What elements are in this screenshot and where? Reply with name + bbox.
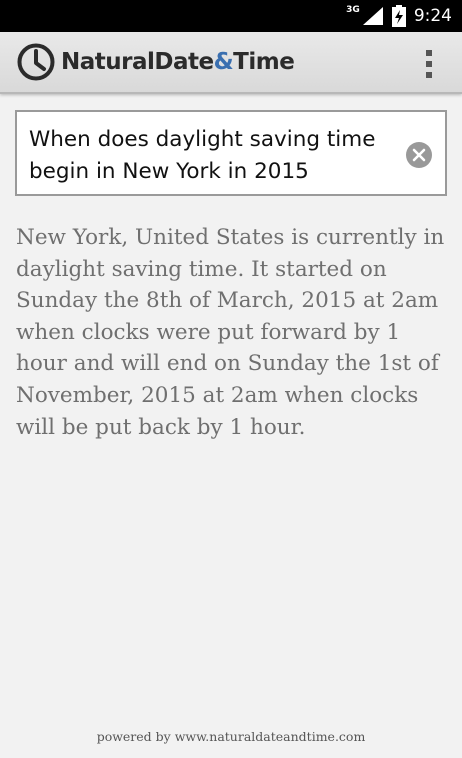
signal-bars-icon <box>362 6 384 26</box>
clear-search-button[interactable] <box>406 142 432 168</box>
clear-icon <box>412 148 426 162</box>
status-icons: 3G 9:24 <box>346 0 452 32</box>
status-clock: 9:24 <box>413 6 452 26</box>
app-bar: NaturalDate&Time <box>0 32 462 94</box>
footer-credit[interactable]: powered by www.naturaldateandtime.com <box>0 729 462 744</box>
overflow-menu-icon[interactable] <box>424 50 434 78</box>
search-query-text[interactable]: When does daylight saving time begin in … <box>29 124 399 188</box>
app-logo[interactable]: NaturalDate&Time <box>16 42 295 82</box>
app-title-part2: Time <box>233 49 295 75</box>
app-title-part1: NaturalDate <box>61 49 214 75</box>
search-input[interactable]: When does daylight saving time begin in … <box>15 110 447 196</box>
network-type-label: 3G <box>346 5 360 15</box>
clock-icon <box>16 42 56 82</box>
status-bar: 3G 9:24 <box>0 0 462 32</box>
app-title-amp: & <box>213 49 234 75</box>
battery-charging-icon <box>391 5 406 27</box>
app-title: NaturalDate&Time <box>61 49 295 75</box>
answer-text: New York, United States is currently in … <box>16 225 445 440</box>
